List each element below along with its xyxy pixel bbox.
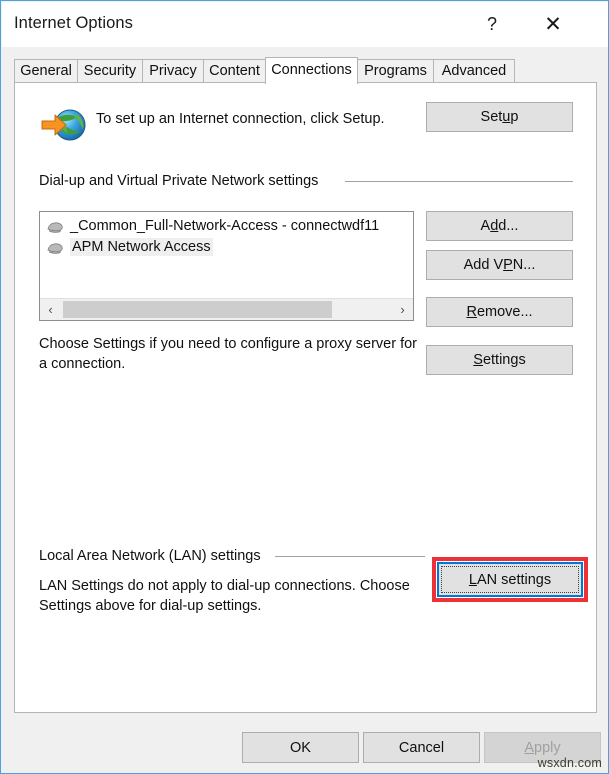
proxy-hint-text: Choose Settings if you need to configure… [39, 336, 418, 372]
internet-options-window: Internet Options ? ✕ General Security Pr… [0, 0, 609, 774]
tab-programs[interactable]: Programs [357, 59, 434, 83]
tab-content[interactable]: Content [203, 59, 266, 83]
addvpn-label-post: N... [512, 257, 536, 273]
globe-arrow-icon [41, 109, 86, 141]
list-item-label: _Common_Full-Network-Access - connectwdf… [70, 218, 380, 234]
lan-settings-button[interactable]: LAN settings [437, 562, 583, 597]
lan-label-post: AN settings [476, 571, 552, 588]
settings-label-post: ettings [482, 352, 526, 368]
scroll-right-icon[interactable]: › [392, 299, 413, 320]
add-vpn-button[interactable]: Add VPN... [426, 250, 573, 280]
remove-label-accel: R [466, 304, 477, 320]
dialup-connections-list[interactable]: _Common_Full-Network-Access - connectwdf… [39, 211, 414, 321]
lan-description: LAN Settings do not apply to dial-up con… [39, 578, 410, 614]
tab-privacy[interactable]: Privacy [142, 59, 204, 83]
tab-connections[interactable]: Connections [265, 57, 358, 84]
setup-label-post: p [510, 109, 519, 125]
connections-panel: To set up an Internet connection, click … [14, 82, 597, 713]
close-button[interactable]: ✕ [530, 2, 576, 47]
cancel-button[interactable]: Cancel [363, 732, 480, 763]
lan-group-rule [275, 556, 425, 557]
scrollbar-thumb[interactable] [63, 301, 332, 318]
tab-advanced[interactable]: Advanced [433, 59, 515, 83]
addvpn-label-pre: Add V [463, 257, 504, 273]
setup-button[interactable]: Setup [426, 102, 573, 132]
list-item[interactable]: _Common_Full-Network-Access - connectwdf… [40, 216, 413, 237]
add-label-pre: A [480, 218, 491, 234]
ok-button[interactable]: OK [242, 732, 359, 763]
lan-label-accel: L [468, 571, 477, 588]
modem-icon [47, 243, 63, 254]
setup-description: To set up an Internet connection, click … [96, 111, 385, 127]
remove-button[interactable]: Remove... [426, 297, 573, 327]
dialup-group-label: Dial-up and Virtual Private Network sett… [39, 173, 319, 189]
scroll-left-icon[interactable]: ‹ [40, 299, 61, 320]
apply-label-post: pply [534, 739, 561, 756]
add-label-post: d... [498, 218, 519, 234]
list-item-label: APM Network Access [70, 238, 213, 256]
add-button[interactable]: Add... [426, 211, 573, 241]
addvpn-label-accel: P [503, 257, 513, 273]
question-mark-icon: ? [486, 14, 497, 34]
dialup-group-rule [345, 181, 573, 182]
help-button[interactable]: ? [469, 2, 515, 47]
horizontal-scrollbar[interactable]: ‹ › [40, 298, 413, 320]
lan-group-label: Local Area Network (LAN) settings [39, 548, 261, 564]
watermark: wsxdn.com [537, 756, 602, 770]
tab-general[interactable]: General [14, 59, 78, 83]
tab-strip: General Security Privacy Content Connect… [14, 57, 597, 84]
settings-button[interactable]: Settings [426, 345, 573, 375]
window-title: Internet Options [14, 14, 134, 32]
remove-label-post: emove... [476, 304, 533, 320]
close-icon: ✕ [544, 13, 562, 36]
title-bar: Internet Options ? ✕ [2, 2, 608, 47]
settings-label-accel: S [473, 352, 483, 368]
list-item[interactable]: APM Network Access [40, 237, 413, 258]
setup-label-pre: Set [480, 109, 503, 125]
apply-label-accel: A [524, 739, 535, 756]
tab-security[interactable]: Security [77, 59, 143, 83]
modem-icon [47, 222, 63, 233]
